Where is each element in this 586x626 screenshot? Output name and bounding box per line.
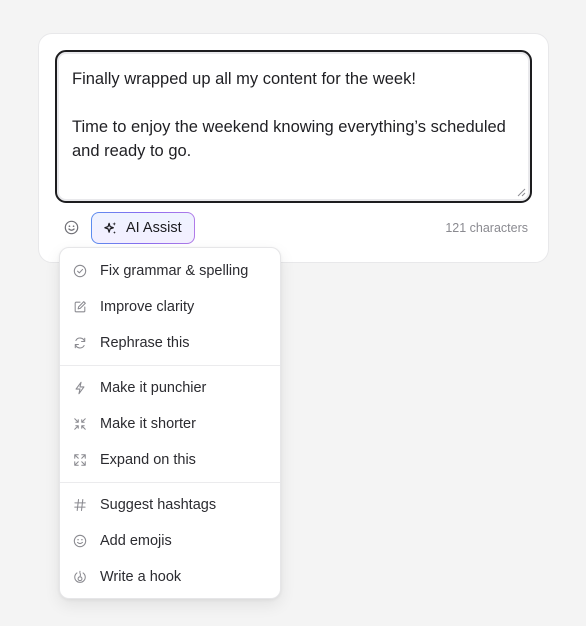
menu-item-rephrase[interactable]: Rephrase this: [60, 325, 280, 361]
composer-toolbar: AI Assist 121 characters: [55, 212, 532, 244]
menu-item-label: Expand on this: [100, 452, 196, 468]
menu-item-label: Make it shorter: [100, 416, 196, 432]
menu-item-fix-grammar[interactable]: Fix grammar & spelling: [60, 253, 280, 289]
menu-item-label: Fix grammar & spelling: [100, 263, 249, 279]
shrink-icon: [74, 418, 86, 430]
resize-handle-icon[interactable]: [517, 188, 526, 197]
menu-item-label: Rephrase this: [100, 335, 190, 351]
lightning-icon: [75, 381, 85, 395]
menu-item-label: Suggest hashtags: [100, 497, 217, 513]
menu-item-label: Improve clarity: [100, 299, 195, 315]
emoji-picker-icon[interactable]: [64, 220, 79, 235]
character-count: 121 characters: [445, 221, 528, 235]
menu-item-label: Write a hook: [100, 569, 182, 585]
expand-icon: [74, 454, 86, 466]
menu-item-write-hook[interactable]: Write a hook: [60, 559, 280, 595]
hook-icon: [74, 570, 86, 583]
menu-item-label: Add emojis: [100, 533, 172, 549]
post-text[interactable]: Finally wrapped up all my content for th…: [72, 67, 515, 163]
check-circle-icon: [73, 264, 87, 278]
edit-icon: [74, 301, 86, 313]
menu-item-make-shorter[interactable]: Make it shorter: [60, 406, 280, 442]
menu-item-make-punchier[interactable]: Make it punchier: [60, 370, 280, 406]
menu-item-expand[interactable]: Expand on this: [60, 442, 280, 478]
ai-assist-button[interactable]: AI Assist: [91, 212, 195, 244]
sparkles-icon: [104, 221, 117, 234]
post-text-editor[interactable]: Finally wrapped up all my content for th…: [55, 50, 532, 203]
hash-icon: [74, 499, 86, 511]
menu-item-improve-clarity[interactable]: Improve clarity: [60, 289, 280, 325]
menu-divider: [60, 365, 280, 366]
menu-item-add-emojis[interactable]: Add emojis: [60, 523, 280, 559]
menu-item-suggest-hashtags[interactable]: Suggest hashtags: [60, 487, 280, 523]
ai-assist-menu: Fix grammar & spelling Improve clarity R…: [59, 247, 281, 599]
smiley-icon: [73, 534, 87, 548]
composer-card: Finally wrapped up all my content for th…: [38, 33, 549, 263]
refresh-icon: [74, 337, 86, 349]
menu-divider: [60, 482, 280, 483]
ai-assist-label: AI Assist: [126, 220, 182, 236]
menu-item-label: Make it punchier: [100, 380, 207, 396]
